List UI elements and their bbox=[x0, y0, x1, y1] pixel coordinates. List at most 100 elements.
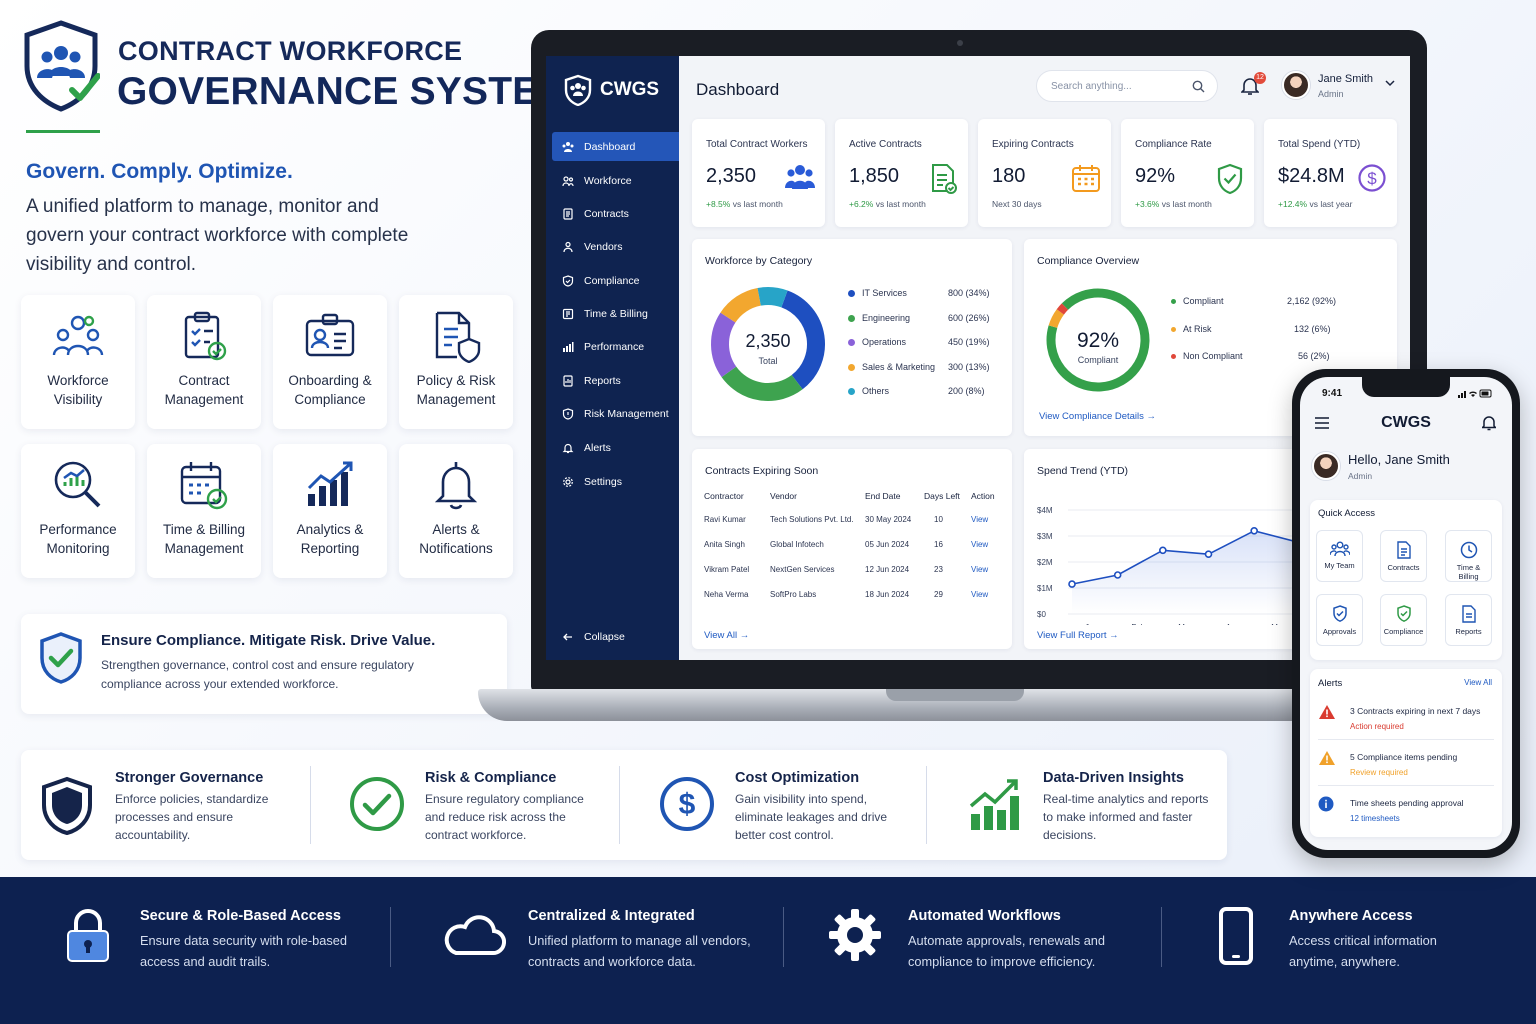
view-contract-link[interactable]: View bbox=[971, 540, 988, 549]
quick-access-label: Approvals bbox=[1322, 627, 1357, 636]
vendors-icon bbox=[563, 241, 573, 252]
donut-slice-sales-marketing[interactable] bbox=[720, 287, 762, 323]
spend-point[interactable] bbox=[1068, 580, 1076, 588]
id-card-icon bbox=[305, 313, 355, 357]
view-full-report-link[interactable]: View Full Report → bbox=[1037, 630, 1119, 641]
table-cell: 12 Jun 2024 bbox=[865, 565, 910, 574]
footer-description: Access critical information anytime, any… bbox=[1289, 933, 1437, 969]
sidebar-item-reports[interactable]: Reports bbox=[552, 366, 679, 395]
footer-anywhere-access: Anywhere Access Access critical informat… bbox=[1218, 877, 1518, 1024]
divider bbox=[1161, 907, 1162, 967]
sidebar-item-time-billing[interactable]: Time & Billing bbox=[552, 299, 679, 328]
kpi-sub: vs last year bbox=[1309, 199, 1353, 209]
phone-notch bbox=[1362, 377, 1450, 397]
compliance-banner: Ensure Compliance. Mitigate Risk. Drive … bbox=[21, 614, 507, 714]
spend-point[interactable] bbox=[1204, 550, 1213, 558]
shield-check-icon bbox=[1217, 163, 1243, 195]
alerts-card: Alerts View All 3 Contracts expiring in … bbox=[1310, 669, 1502, 837]
legend-item: Engineering bbox=[848, 313, 910, 323]
kpi-card[interactable]: Compliance Rate 92% +3.6% vs last month bbox=[1121, 119, 1254, 227]
people-icon bbox=[1329, 541, 1350, 557]
link-label: View Compliance Details bbox=[1039, 411, 1144, 422]
workforce-icon bbox=[52, 315, 104, 356]
quick-access-compliance[interactable]: Compliance bbox=[1380, 594, 1427, 646]
legend-label: Non Compliant bbox=[1183, 351, 1243, 361]
sidebar-item-risk-management[interactable]: Risk Management bbox=[552, 399, 679, 428]
arrow-right-icon: → bbox=[739, 630, 750, 641]
chevron-down-icon[interactable] bbox=[1385, 79, 1395, 87]
sidebar-item-label: Settings bbox=[584, 475, 622, 488]
card-title: Contracts Expiring Soon bbox=[705, 465, 819, 477]
sidebar-item-alerts[interactable]: Alerts bbox=[552, 433, 679, 462]
quick-access-my-team[interactable]: My Team bbox=[1316, 530, 1363, 582]
table-cell: Tech Solutions Pvt. Ltd. bbox=[770, 515, 854, 524]
collapse-button[interactable]: Collapse bbox=[552, 622, 679, 651]
app-brand[interactable]: CWGS bbox=[564, 74, 659, 106]
kpi-card[interactable]: Total Spend (YTD) $24.8M +12.4% vs last … bbox=[1264, 119, 1397, 227]
legend-item: IT Services bbox=[848, 288, 907, 298]
alert-item[interactable]: 5 Compliance items pending Review require… bbox=[1318, 751, 1494, 777]
table-cell: 30 May 2024 bbox=[865, 515, 912, 524]
alert-item[interactable]: Time sheets pending approval 12 timesheet… bbox=[1318, 796, 1494, 823]
sidebar-item-compliance[interactable]: Compliance bbox=[552, 266, 679, 295]
spend-point[interactable] bbox=[1113, 571, 1122, 579]
spend-point[interactable] bbox=[1250, 526, 1258, 535]
column-header: Vendor bbox=[770, 491, 797, 501]
kpi-delta: +12.4% bbox=[1278, 199, 1308, 209]
sidebar-item-contracts[interactable]: Contracts bbox=[552, 199, 679, 228]
feature-label: Onboarding & bbox=[288, 373, 372, 388]
donut-slice-engineering[interactable] bbox=[721, 366, 803, 401]
view-compliance-details-link[interactable]: View Compliance Details → bbox=[1039, 411, 1156, 422]
donut-slice-operations[interactable] bbox=[711, 312, 737, 378]
clock-icon bbox=[562, 308, 574, 319]
benefit-description: Real-time analytics and reports to make … bbox=[1043, 792, 1209, 842]
kpi-card[interactable]: Expiring Contracts 180 Next 30 days bbox=[978, 119, 1111, 227]
legend-label: Compliant bbox=[1183, 296, 1224, 306]
quick-access-contracts[interactable]: Contracts bbox=[1380, 530, 1427, 582]
kpi-card[interactable]: Total Contract Workers 2,350 +8.5% vs la… bbox=[692, 119, 825, 227]
view-all-link[interactable]: View All → bbox=[704, 630, 749, 641]
sidebar-item-workforce[interactable]: Workforce bbox=[552, 166, 679, 195]
feature-label: Visibility bbox=[53, 392, 103, 407]
donut-slice-at-risk[interactable] bbox=[1048, 309, 1065, 329]
user-avatar[interactable] bbox=[1312, 452, 1340, 480]
sidebar-item-performance[interactable]: Performance bbox=[552, 332, 679, 361]
legend-value: 2,162 (92%) bbox=[1287, 296, 1337, 306]
footer-title: Automated Workflows bbox=[908, 908, 1061, 924]
divider bbox=[1318, 739, 1494, 740]
legend-item: Operations bbox=[848, 337, 906, 347]
view-contract-link[interactable]: View bbox=[971, 515, 988, 524]
bar-chart-icon bbox=[307, 461, 353, 506]
spend-point[interactable] bbox=[1159, 546, 1167, 555]
quick-access-time-billing[interactable]: Time & Billing bbox=[1445, 530, 1492, 582]
sidebar-item-dashboard[interactable]: Dashboard bbox=[552, 132, 679, 161]
alerts-view-all-link[interactable]: View All bbox=[1464, 678, 1492, 687]
sidebar-item-label: Alerts bbox=[584, 441, 611, 454]
footer-secure-access: Secure & Role-Based Access Ensure data s… bbox=[66, 877, 376, 1024]
donut-slice-non-compliant[interactable] bbox=[1056, 303, 1069, 315]
sidebar-item-label: Compliance bbox=[584, 274, 640, 287]
user-avatar[interactable] bbox=[1282, 71, 1310, 99]
donut-slice-others[interactable] bbox=[757, 287, 788, 308]
benefit-title: Cost Optimization bbox=[735, 770, 860, 786]
kpi-card[interactable]: Active Contracts 1,850 +6.2% vs last mon… bbox=[835, 119, 968, 227]
view-contract-link[interactable]: View bbox=[971, 590, 988, 599]
x-tick-label: Mar bbox=[1178, 623, 1192, 625]
feature-contract-management: Contract Management bbox=[147, 295, 261, 429]
sidebar-item-vendors[interactable]: Vendors bbox=[552, 232, 679, 261]
search-input[interactable]: Search anything... bbox=[1036, 70, 1218, 102]
y-tick-label: $4M bbox=[1037, 506, 1053, 515]
quick-access-approvals[interactable]: Approvals bbox=[1316, 594, 1363, 646]
donut-center-value: 2,350 bbox=[745, 331, 790, 351]
quick-access-reports[interactable]: Reports bbox=[1445, 594, 1492, 646]
sidebar-item-settings[interactable]: Settings bbox=[552, 467, 679, 496]
alert-item[interactable]: 3 Contracts expiring in next 7 days Actio… bbox=[1318, 705, 1494, 731]
kpi-value: 2,350 bbox=[706, 165, 757, 187]
gear-icon bbox=[829, 909, 881, 961]
footer: Secure & Role-Based Access Ensure data s… bbox=[0, 877, 1536, 1024]
bell-icon[interactable] bbox=[1482, 415, 1496, 431]
table-cell: Global Infotech bbox=[770, 540, 824, 549]
view-contract-link[interactable]: View bbox=[971, 565, 988, 574]
quick-access-label: Compliance bbox=[1383, 627, 1424, 636]
legend-item: Sales & Marketing bbox=[848, 362, 935, 372]
